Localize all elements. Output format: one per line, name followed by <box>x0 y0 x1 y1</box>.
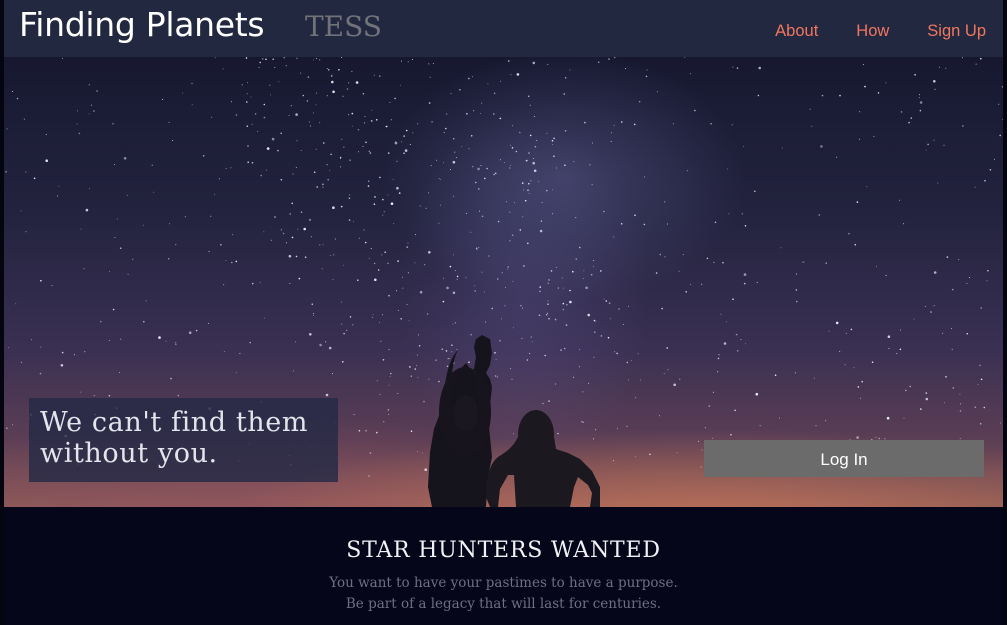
nav-links: About How Sign Up <box>775 22 986 41</box>
tagline-line-1: We can't find them <box>40 407 309 438</box>
tagline-line-2: without you. <box>40 438 218 469</box>
nav-link-how[interactable]: How <box>856 22 889 41</box>
brand-title[interactable]: Finding Planets <box>19 5 265 44</box>
tagline-box: We can't find them without you. <box>29 398 338 482</box>
tagline: We can't find them without you. <box>40 407 340 469</box>
nav-link-sign-up[interactable]: Sign Up <box>927 22 986 41</box>
brand-subtitle: TESS <box>305 10 382 43</box>
nav-link-about[interactable]: About <box>775 22 818 41</box>
section-title: STAR HUNTERS WANTED <box>346 538 661 563</box>
section-text-line-1: You want to have your pastimes to have a… <box>329 575 678 591</box>
page: Finding Planets TESS About How Sign Up W… <box>4 0 1003 625</box>
navbar: Finding Planets TESS About How Sign Up <box>4 0 1003 57</box>
login-button[interactable]: Log In <box>704 440 984 477</box>
hero-banner: We can't find them without you. Log In <box>4 57 1003 507</box>
star-hunters-section: STAR HUNTERS WANTED You want to have you… <box>4 507 1003 625</box>
section-text-line-2: Be part of a legacy that will last for c… <box>345 596 662 612</box>
